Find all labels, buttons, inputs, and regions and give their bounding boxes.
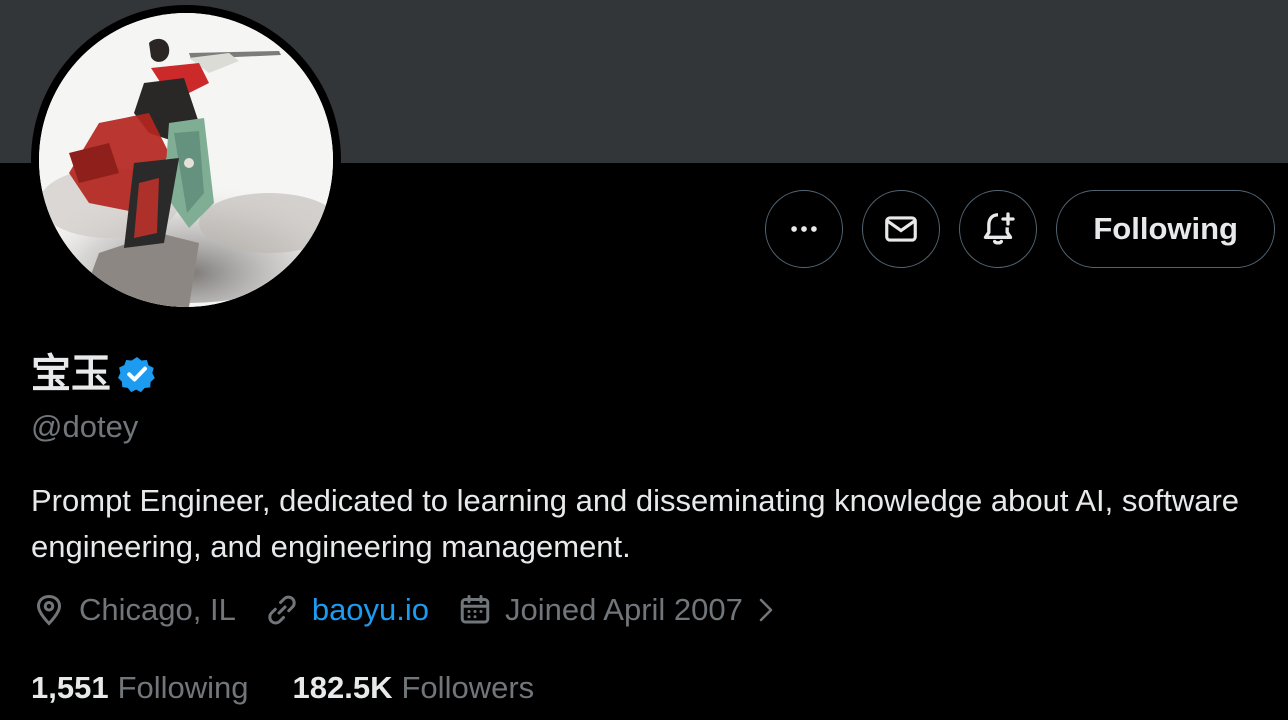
website-item: baoyu.io <box>264 592 429 628</box>
avatar-illustration <box>39 13 333 307</box>
location-item: Chicago, IL <box>31 592 236 628</box>
notifications-button[interactable] <box>959 190 1038 268</box>
followers-stat[interactable]: 182.5K Followers <box>293 670 535 706</box>
handle: @dotey <box>31 409 139 444</box>
link-icon <box>268 595 296 625</box>
mail-icon <box>885 216 918 242</box>
following-button[interactable]: Following <box>1056 190 1275 268</box>
profile-actions: Following <box>765 190 1275 268</box>
joined-text: Joined April 2007 <box>505 592 743 627</box>
chevron-right-icon[interactable] <box>755 595 779 625</box>
website-link[interactable]: baoyu.io <box>312 592 429 628</box>
joined-item: Joined April 2007 <box>457 592 779 628</box>
following-stat[interactable]: 1,551 Following <box>31 670 249 706</box>
followers-count: 182.5K <box>292 670 393 705</box>
profile-stats: 1,551 Following 182.5K Followers <box>31 670 578 706</box>
verified-badge-icon[interactable] <box>117 354 157 394</box>
avatar[interactable] <box>39 13 333 307</box>
location-pin-icon <box>36 594 62 626</box>
more-icon <box>791 226 818 232</box>
following-label: Following <box>117 670 249 705</box>
profile-meta: Chicago, IL baoyu.io Joined April 2007 <box>31 592 807 628</box>
name-row: 宝玉 <box>31 350 157 398</box>
more-button[interactable] <box>765 190 844 268</box>
bio: Prompt Engineer, dedicated to learning a… <box>31 483 1240 564</box>
followers-label: Followers <box>401 670 535 705</box>
profile-page: Following 宝玉 @dotey Prompt Engineer, ded… <box>0 0 1288 720</box>
bell-plus-icon <box>984 212 1016 245</box>
following-count: 1,551 <box>31 670 109 705</box>
display-name: 宝玉 <box>31 351 111 397</box>
calendar-icon <box>460 595 490 624</box>
message-button[interactable] <box>862 190 941 268</box>
location-text: Chicago, IL <box>79 592 236 627</box>
